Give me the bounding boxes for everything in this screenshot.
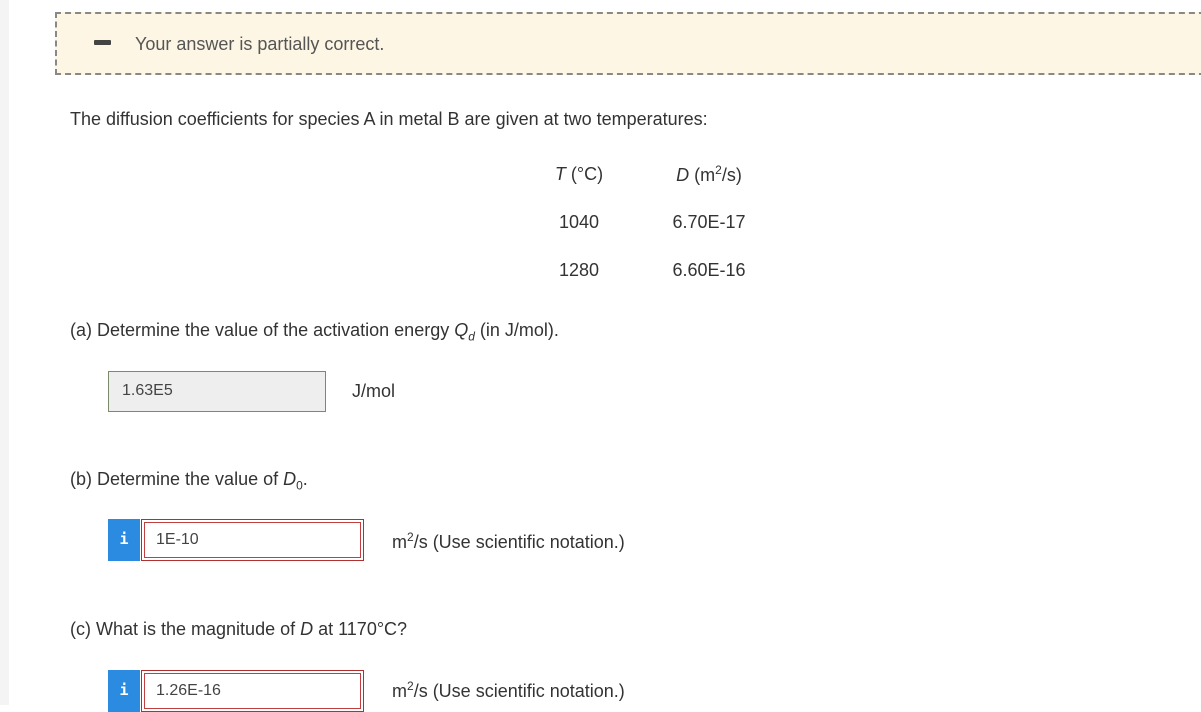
cell-diffusion: 6.60E-16 <box>672 259 746 280</box>
answer-a-field[interactable]: 1.63E5 <box>108 371 326 412</box>
question-a: (a) Determine the value of the activatio… <box>70 320 559 344</box>
info-icon[interactable]: i <box>108 670 140 712</box>
answer-c-input[interactable] <box>142 671 363 711</box>
unit-b-label: m2/s (Use scientific notation.) <box>392 530 625 552</box>
partial-correct-icon <box>94 40 111 45</box>
unit-c-label: m2/s (Use scientific notation.) <box>392 679 625 701</box>
info-icon[interactable]: i <box>108 519 140 561</box>
cell-temperature: 1280 <box>558 259 600 280</box>
answer-c-field[interactable] <box>141 670 364 712</box>
problem-statement: The diffusion coefficients for species A… <box>70 109 708 129</box>
feedback-banner: Your answer is partially correct. <box>55 12 1201 75</box>
header-temperature: T (°C) <box>554 163 604 184</box>
table-header-row: T (°C) D (m2/s) <box>520 150 780 198</box>
cell-diffusion: 6.70E-17 <box>672 211 746 232</box>
question-c: (c) What is the magnitude of D at 1170°C… <box>70 619 408 639</box>
table-row: 1040 6.70E-17 <box>520 198 780 246</box>
header-diffusion-coefficient: D (m2/s) <box>676 162 742 185</box>
feedback-message: Your answer is partially correct. <box>135 34 385 54</box>
table-row: 1280 6.60E-16 <box>520 246 780 294</box>
unit-a-label: J/mol <box>352 381 396 401</box>
left-rail <box>0 0 9 705</box>
question-b: (b) Determine the value of D0. <box>70 469 308 493</box>
answer-b-input[interactable] <box>142 520 363 560</box>
diffusion-data-table: T (°C) D (m2/s) 1040 6.70E-17 1280 6.60E… <box>520 150 780 294</box>
cell-temperature: 1040 <box>558 211 600 232</box>
answer-b-field[interactable] <box>141 519 364 561</box>
